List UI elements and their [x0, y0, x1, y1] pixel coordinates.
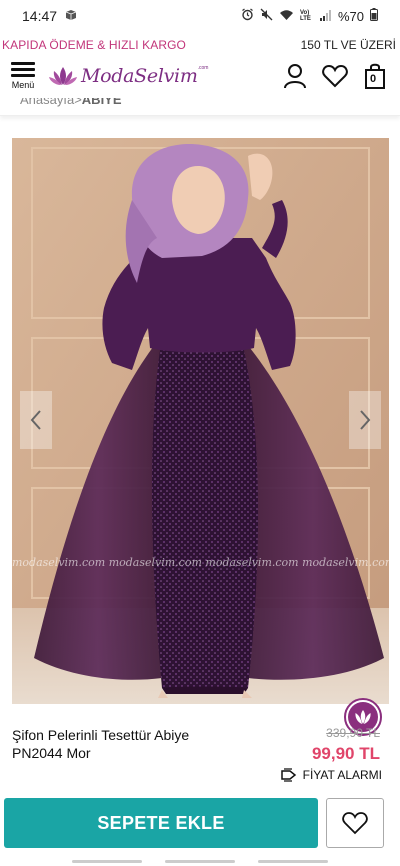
product-photo: [12, 138, 389, 704]
signal-icon: [319, 9, 332, 24]
old-price: 339,90 TL: [326, 726, 380, 740]
hamburger-icon-bar: [11, 74, 35, 77]
battery-icon: [370, 8, 378, 24]
product-title: Şifon Pelerinli Tesettür Abiye PN2044 Mo…: [12, 727, 190, 761]
promo-shipping-text: KAPIDA ÖDEME & HIZLI KARGO: [2, 38, 186, 52]
current-price: 99,90 TL: [311, 744, 380, 763]
lotus-logo-icon: [49, 67, 77, 85]
header-icons: 0: [282, 62, 388, 90]
status-time: 14:47: [22, 8, 58, 24]
price-alarm-label: FİYAT ALARMI: [302, 768, 382, 782]
hamburger-icon: [11, 62, 35, 65]
hamburger-icon-bar: [11, 68, 35, 71]
status-right: Vo) LTE %70: [241, 8, 378, 24]
bottom-action-bar: SEPETE EKLE: [0, 794, 400, 856]
nav-hint-bar: [258, 859, 329, 863]
nav-hint-bar: [164, 859, 235, 863]
breadcrumb-trail: Anasayfa>ABİYE: [20, 98, 122, 107]
cart-button[interactable]: 0: [362, 62, 388, 90]
site-header: Menü ModaSelvim .com 0: [0, 56, 400, 98]
logo-text: ModaSelvim: [81, 65, 198, 87]
breadcrumb-home[interactable]: Anasayfa: [20, 98, 74, 107]
price-alarm-button[interactable]: FİYAT ALARMI: [280, 768, 382, 782]
status-bar: 14:47 Vo) LTE %70: [0, 0, 400, 32]
favorites-button[interactable]: [322, 62, 348, 90]
chevron-left-icon: [30, 410, 41, 430]
alarm-icon: [241, 8, 254, 24]
mute-icon: [260, 8, 273, 24]
account-button[interactable]: [282, 62, 308, 90]
lotus-icon: [355, 710, 371, 724]
promo-bar: KAPIDA ÖDEME & HIZLI KARGO 150 TL VE ÜZE…: [0, 34, 400, 56]
next-image-button[interactable]: [349, 391, 381, 449]
product-image[interactable]: modaselvim.com modaselvim.com modaselvim…: [12, 138, 389, 704]
breadcrumb-current[interactable]: ABİYE: [82, 98, 122, 107]
breadcrumb: Anasayfa>ABİYE: [0, 98, 400, 116]
network-type: Vo) LTE: [299, 10, 311, 22]
promo-threshold-text: 150 TL VE ÜZERİ: [300, 38, 396, 52]
chevron-right-icon: [360, 410, 371, 430]
package-icon: [65, 9, 77, 24]
add-to-favorites-button[interactable]: [326, 798, 384, 848]
add-to-cart-button[interactable]: SEPETE EKLE: [4, 798, 318, 848]
menu-label: Menü: [11, 80, 35, 90]
wifi-icon: [279, 9, 294, 24]
heart-icon: [322, 64, 348, 88]
site-logo[interactable]: ModaSelvim .com: [48, 62, 208, 90]
user-icon: [284, 64, 306, 89]
system-nav-bar: [0, 856, 400, 866]
product-watermark: modaselvim.com modaselvim.com modaselvim…: [12, 556, 389, 569]
heart-icon: [342, 812, 368, 835]
prev-image-button[interactable]: [20, 391, 52, 449]
logo-tld: .com: [197, 65, 209, 71]
battery-percent: %70: [337, 8, 364, 24]
breadcrumb-separator: >: [74, 98, 82, 107]
cart-count: 0: [370, 73, 377, 85]
price-alarm-icon: [280, 768, 296, 782]
nav-hint-bar: [71, 859, 142, 863]
status-left: 14:47: [22, 8, 77, 24]
menu-button[interactable]: Menü: [8, 60, 38, 94]
